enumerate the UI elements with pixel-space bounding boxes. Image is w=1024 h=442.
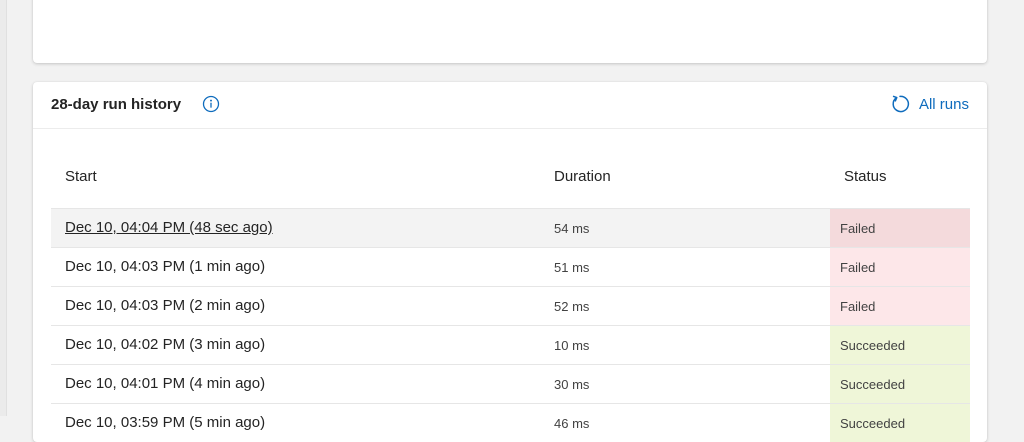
table-row[interactable]: Dec 10, 04:02 PM (3 min ago) 10 ms Succe… bbox=[51, 325, 970, 364]
run-duration: 51 ms bbox=[554, 260, 590, 275]
column-header-duration[interactable]: Duration bbox=[554, 168, 611, 185]
run-start-link[interactable]: Dec 10, 04:03 PM (2 min ago) bbox=[65, 297, 265, 314]
status-badge: Succeeded bbox=[830, 326, 970, 364]
run-start-link[interactable]: Dec 10, 04:02 PM (3 min ago) bbox=[65, 336, 265, 353]
table-row[interactable]: Dec 10, 04:03 PM (2 min ago) 52 ms Faile… bbox=[51, 286, 970, 325]
status-badge: Failed bbox=[830, 248, 970, 286]
table-header: Start Duration Status bbox=[51, 160, 970, 208]
status-badge: Succeeded bbox=[830, 404, 970, 442]
table-row[interactable]: Dec 10, 04:04 PM (48 sec ago) 54 ms Fail… bbox=[51, 208, 970, 247]
run-duration: 54 ms bbox=[554, 221, 590, 236]
run-start-link[interactable]: Dec 10, 03:59 PM (5 min ago) bbox=[65, 414, 265, 431]
table-row[interactable]: Dec 10, 04:01 PM (4 min ago) 30 ms Succe… bbox=[51, 364, 970, 403]
status-badge: Failed bbox=[830, 209, 970, 247]
run-history-card: 28-day run history All runs Start Durati… bbox=[33, 82, 987, 442]
status-badge: Failed bbox=[830, 287, 970, 325]
run-start-link[interactable]: Dec 10, 04:01 PM (4 min ago) bbox=[65, 375, 265, 392]
run-duration: 10 ms bbox=[554, 338, 590, 353]
table-row[interactable]: Dec 10, 03:59 PM (5 min ago) 46 ms Succe… bbox=[51, 403, 970, 442]
refresh-icon bbox=[890, 94, 910, 114]
card-header: 28-day run history All runs bbox=[33, 82, 987, 129]
run-start-link[interactable]: Dec 10, 04:04 PM (48 sec ago) bbox=[65, 219, 273, 236]
all-runs-label: All runs bbox=[918, 95, 969, 113]
info-icon[interactable] bbox=[202, 95, 220, 113]
run-duration: 52 ms bbox=[554, 299, 590, 314]
run-history-table: Start Duration Status Dec 10, 04:04 PM (… bbox=[51, 160, 970, 442]
column-header-start[interactable]: Start bbox=[65, 168, 97, 185]
table-row[interactable]: Dec 10, 04:03 PM (1 min ago) 51 ms Faile… bbox=[51, 247, 970, 286]
top-card bbox=[33, 0, 987, 63]
run-start-link[interactable]: Dec 10, 04:03 PM (1 min ago) bbox=[65, 258, 265, 275]
card-title: 28-day run history bbox=[51, 96, 182, 113]
run-duration: 46 ms bbox=[554, 416, 590, 431]
column-header-status[interactable]: Status bbox=[844, 168, 887, 185]
all-runs-link[interactable]: All runs bbox=[890, 94, 969, 114]
status-badge: Succeeded bbox=[830, 365, 970, 403]
left-rail bbox=[0, 0, 7, 416]
run-duration: 30 ms bbox=[554, 377, 590, 392]
